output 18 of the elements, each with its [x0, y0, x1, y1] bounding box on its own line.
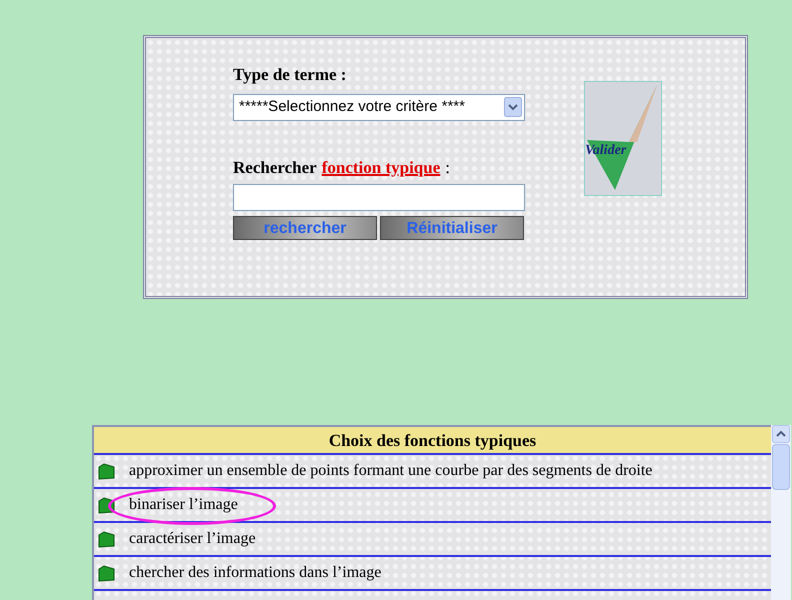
function-item[interactable]: binariser l’image	[129, 493, 238, 517]
chevron-down-icon	[504, 97, 522, 117]
table-header: Choix des fonctions typiques	[94, 427, 771, 455]
function-item[interactable]: approximer un ensemble de points formant une courbe par des segments de droite	[129, 459, 652, 483]
colon-text: :	[445, 156, 450, 178]
folder-icon	[98, 564, 115, 582]
search-field[interactable]	[233, 184, 525, 211]
scroll-thumb[interactable]	[772, 444, 790, 490]
type-label: Type de terme :	[233, 64, 348, 86]
folder-icon	[98, 530, 115, 548]
function-item[interactable]: caractériser l’image	[129, 527, 256, 551]
scroll-up-icon[interactable]	[772, 425, 790, 443]
criteria-dropdown[interactable]: *****Selectionnez votre critère ****	[233, 94, 525, 120]
folder-icon	[98, 462, 115, 480]
scrollbar[interactable]	[771, 425, 791, 600]
function-item[interactable]: chercher des informations dans l’image	[129, 561, 382, 585]
search-label: Rechercher	[233, 156, 317, 178]
typical-function-link[interactable]: fonction typique	[322, 154, 440, 180]
